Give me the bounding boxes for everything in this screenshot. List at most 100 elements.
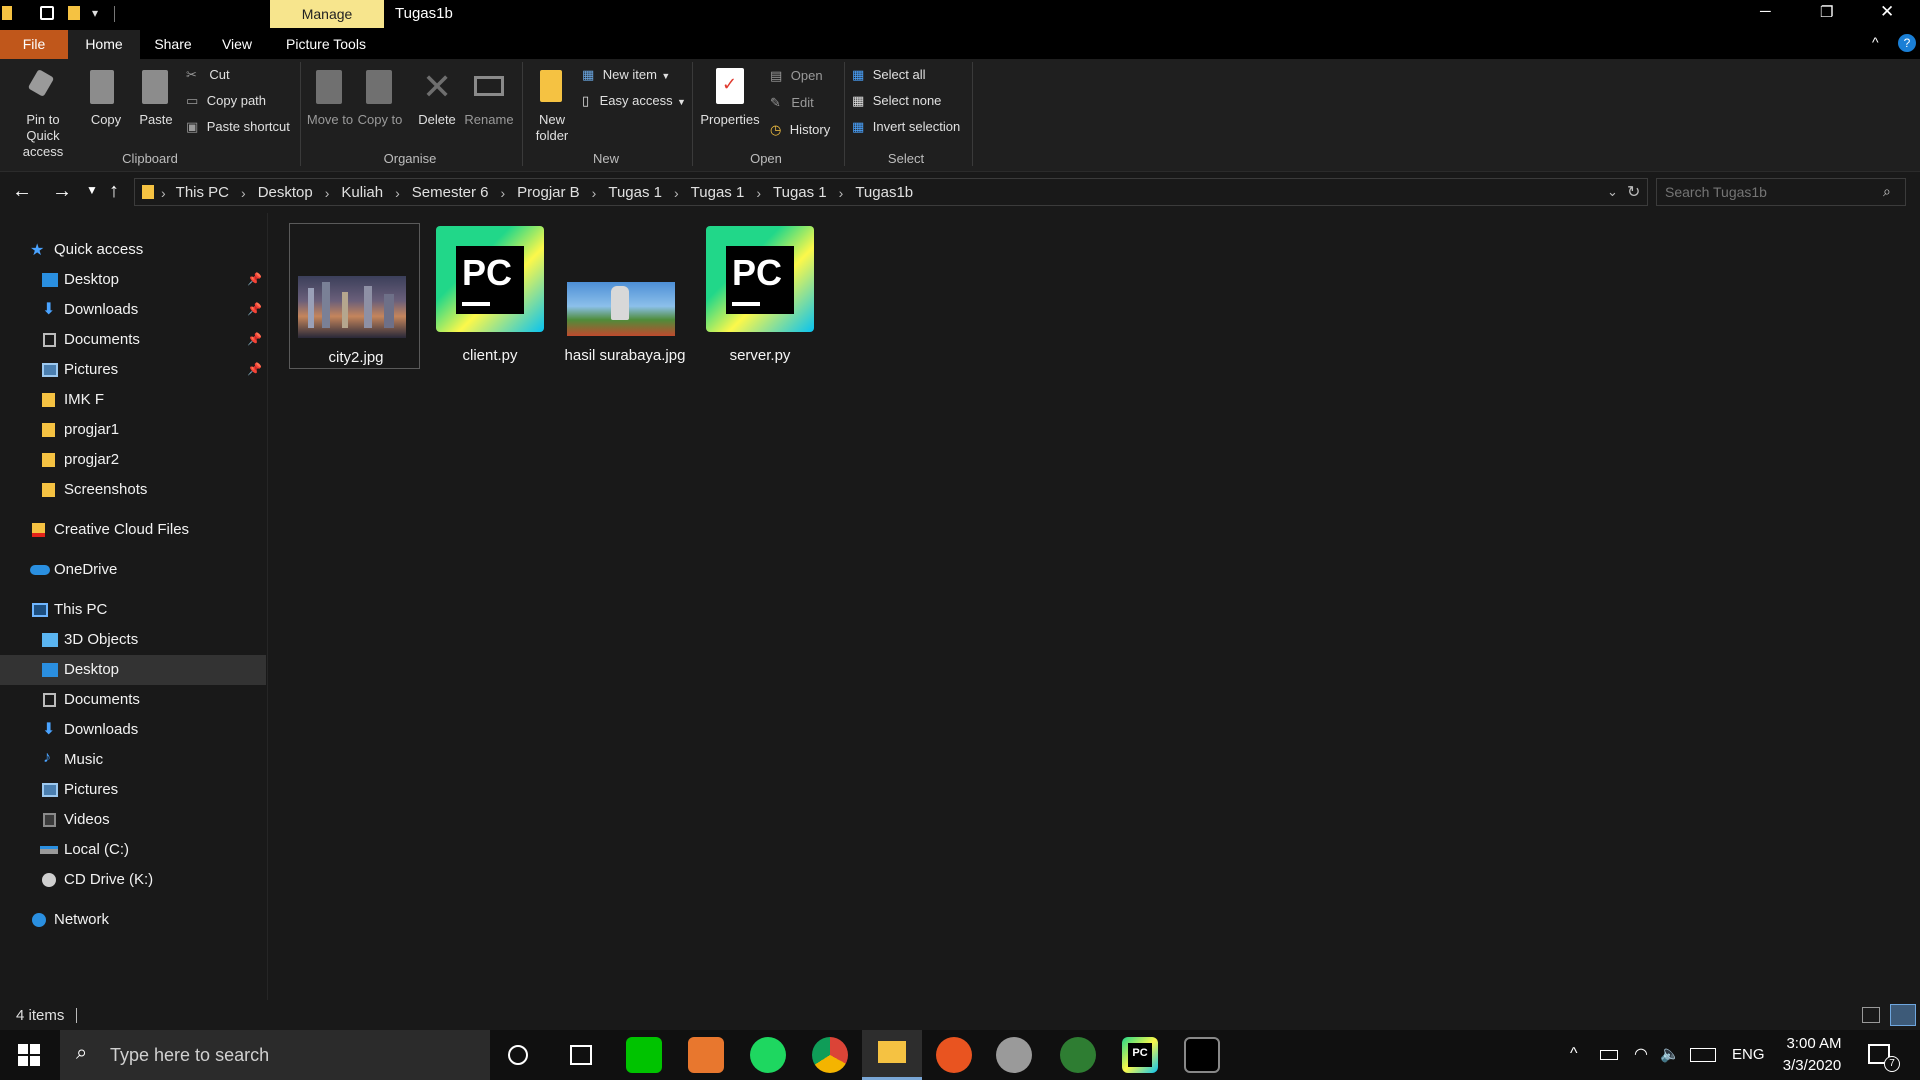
details-view-icon[interactable] (1862, 1007, 1880, 1023)
select-all-button[interactable]: ▦ Select all (852, 66, 962, 84)
nav-pc-documents[interactable]: Documents (0, 685, 266, 715)
search-input[interactable] (1665, 183, 1865, 201)
move-to-button[interactable]: Move to (307, 62, 353, 146)
tab-home[interactable]: Home (68, 30, 140, 59)
nav-quick-desktop[interactable]: Desktop 📌 (0, 265, 266, 295)
nav-pc-music[interactable]: ♪ Music (0, 745, 266, 775)
pin-to-quick-access-button[interactable]: Pin to Quick access (12, 62, 74, 159)
nav-pc-pictures[interactable]: Pictures (0, 775, 266, 805)
restore-button[interactable]: ❐ (1820, 3, 1833, 21)
delete-button[interactable]: ✕ Delete (414, 62, 460, 146)
nav-quick-imk-f[interactable]: IMK F (0, 385, 266, 415)
windows-start-icon[interactable] (18, 1044, 40, 1066)
spotify-icon[interactable] (750, 1037, 786, 1073)
nav-pc-3d-objects[interactable]: 3D Objects (0, 625, 266, 655)
language-indicator[interactable]: ENG (1732, 1046, 1765, 1063)
large-icons-view-icon[interactable] (1890, 1004, 1916, 1026)
file-item-city2[interactable]: city2.jpg (289, 223, 420, 369)
nav-quick-progjar2[interactable]: progjar2 (0, 445, 266, 475)
nav-quick-progjar1[interactable]: progjar1 (0, 415, 266, 445)
clock-time[interactable]: 3:00 AM (1780, 1035, 1848, 1052)
pin-icon[interactable]: 📌 (247, 302, 262, 316)
pin-icon[interactable]: 📌 (247, 272, 262, 286)
battery-icon[interactable] (1600, 1050, 1618, 1060)
whatsapp-icon[interactable] (688, 1037, 724, 1073)
file-item-server-py[interactable]: PC server.py (694, 222, 826, 372)
wifi-icon[interactable]: ◠ (1634, 1044, 1648, 1064)
new-folder-button[interactable]: New folder (530, 62, 574, 146)
keyboard-icon[interactable] (1690, 1048, 1716, 1062)
nav-quick-documents[interactable]: Documents 📌 (0, 325, 266, 355)
nav-pc-desktop[interactable]: Desktop (0, 655, 266, 685)
recent-locations-icon[interactable]: ▼ (86, 183, 98, 197)
cut-button[interactable]: ✂ Cut (186, 66, 296, 84)
pin-icon[interactable]: 📌 (247, 332, 262, 346)
ubuntu-icon[interactable] (936, 1037, 972, 1073)
file-item-client-py[interactable]: PC client.py (424, 222, 556, 372)
task-view-icon[interactable] (570, 1045, 592, 1065)
breadcrumb-item[interactable]: Tugas 1 (608, 184, 662, 201)
chrome-icon[interactable] (812, 1037, 848, 1073)
copy-button[interactable]: Copy (86, 62, 126, 146)
invert-selection-button[interactable]: ▦ Invert selection (852, 118, 972, 136)
breadcrumb-item[interactable]: Tugas 1 (691, 184, 745, 201)
paste-shortcut-button[interactable]: ▣ Paste shortcut (186, 118, 296, 136)
nav-quick-screenshots[interactable]: Screenshots (0, 475, 266, 505)
file-item-hasil-surabaya[interactable]: hasil surabaya.jpg (559, 222, 691, 372)
new-item-button[interactable]: ▦ New item ▼ (582, 66, 682, 84)
tab-view[interactable]: View (212, 30, 262, 59)
new-folder-quick-icon[interactable] (68, 6, 80, 20)
nav-quick-downloads[interactable]: ⬇ Downloads 📌 (0, 295, 266, 325)
tab-file[interactable]: File (0, 30, 68, 59)
pin-icon[interactable]: 📌 (247, 362, 262, 376)
help-icon[interactable]: ? (1898, 34, 1916, 52)
minimize-button[interactable]: ─ (1760, 3, 1771, 20)
close-button[interactable]: ✕ (1880, 2, 1894, 22)
nav-onedrive[interactable]: OneDrive (0, 555, 266, 585)
breadcrumb-item[interactable]: Tugas 1 (773, 184, 827, 201)
breadcrumb-item[interactable]: Progjar B (517, 184, 580, 201)
terminal-icon[interactable] (1184, 1037, 1220, 1073)
customize-quick-access-icon[interactable]: ▾ (92, 6, 98, 20)
open-button[interactable]: ▤ Open (770, 67, 844, 85)
address-dropdown-icon[interactable]: ⌄ (1607, 184, 1618, 200)
nav-network[interactable]: Network (0, 905, 266, 935)
properties-button[interactable]: ✓ Properties (698, 62, 762, 146)
breadcrumb-item[interactable]: Semester 6 (412, 184, 489, 201)
tab-picture-tools[interactable]: Picture Tools (282, 30, 370, 59)
breadcrumb-item[interactable]: This PC (176, 184, 229, 201)
up-arrow-icon[interactable]: ↑ (109, 180, 119, 203)
pycharm-taskbar-icon[interactable]: PC (1122, 1037, 1158, 1073)
show-hidden-icons-icon[interactable]: ^ (1570, 1045, 1578, 1063)
forward-arrow-icon[interactable]: → (52, 180, 72, 203)
copy-path-button[interactable]: ▭ Copy path (186, 92, 296, 110)
manage-tab[interactable]: Manage (270, 0, 384, 28)
nav-pc-local-c[interactable]: Local (C:) (0, 835, 266, 865)
breadcrumb-item[interactable]: Kuliah (341, 184, 383, 201)
tab-share[interactable]: Share (148, 30, 198, 59)
volume-icon[interactable]: 🔈 (1660, 1044, 1680, 1064)
nav-this-pc[interactable]: This PC (0, 595, 266, 625)
nav-pc-downloads[interactable]: ⬇ Downloads (0, 715, 266, 745)
back-arrow-icon[interactable]: ← (12, 180, 32, 203)
cortana-icon[interactable] (508, 1045, 528, 1065)
history-button[interactable]: ◷ History (770, 121, 844, 139)
file-explorer-taskbar-button[interactable] (862, 1030, 922, 1080)
nav-quick-access[interactable]: ★ Quick access (0, 235, 266, 265)
nav-pc-cd-drive[interactable]: CD Drive (K:) (0, 865, 266, 895)
select-none-button[interactable]: ▦ Select none (852, 92, 962, 110)
line-app-icon[interactable] (626, 1037, 662, 1073)
edit-button[interactable]: ✎ Edit (770, 94, 844, 112)
easy-access-button[interactable]: ▯ Easy access ▼ (582, 92, 692, 110)
breadcrumb-item[interactable]: Desktop (258, 184, 313, 201)
breadcrumb-item[interactable]: Tugas1b (855, 184, 913, 201)
nav-pc-videos[interactable]: Videos (0, 805, 266, 835)
address-bar[interactable]: › This PC › Desktop › Kuliah › Semester … (134, 178, 1648, 206)
nav-quick-pictures[interactable]: Pictures 📌 (0, 355, 266, 385)
clock-date[interactable]: 3/3/2020 (1776, 1057, 1848, 1074)
taskbar-search[interactable]: ⌕ Type here to search (60, 1030, 490, 1080)
nav-creative-cloud[interactable]: Creative Cloud Files (0, 515, 266, 545)
copy-to-button[interactable]: Copy to (358, 62, 402, 146)
refresh-icon[interactable]: ↻ (1627, 182, 1640, 202)
cd-burner-icon[interactable] (996, 1037, 1032, 1073)
